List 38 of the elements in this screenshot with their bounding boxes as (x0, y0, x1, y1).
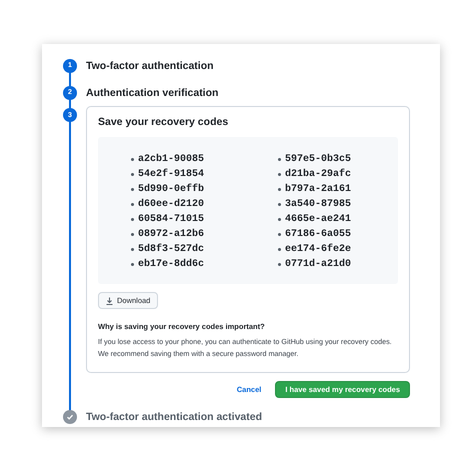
bullet-icon (278, 203, 281, 206)
recovery-code: 5d8f3-527dc (138, 242, 204, 257)
recovery-code: d60ee-d2120 (138, 198, 204, 212)
bullet-icon (278, 218, 281, 221)
recovery-code: ee174-6fe2e (285, 242, 352, 257)
bullet-icon (278, 263, 281, 266)
recovery-code: 597e5-0b3c5 (285, 152, 352, 167)
recovery-code: 5d990-0effb (138, 182, 204, 197)
bullet-icon (131, 218, 134, 221)
bullet-icon (131, 203, 134, 206)
step-title: Authentication verification (86, 86, 218, 98)
recovery-code: d21ba-29afc (285, 168, 352, 182)
recovery-code: 67186-6a055 (285, 228, 352, 242)
bullet-icon (131, 173, 134, 176)
bullet-icon (278, 158, 281, 161)
check-icon (63, 410, 77, 424)
card-title: Save your recovery codes (98, 116, 230, 128)
recovery-code: 08972-a12b6 (138, 228, 204, 242)
bullet-icon (131, 263, 134, 266)
recovery-code: 0771d-a21d0 (285, 258, 352, 272)
step-title: Two-factor authentication (86, 60, 214, 72)
bullet-icon (278, 248, 281, 251)
bullet-icon (131, 188, 134, 191)
download-icon (106, 296, 113, 304)
recovery-code: 3a540-87985 (285, 198, 352, 212)
recovery-code: b797a-2a161 (285, 182, 352, 197)
recovery-code: 60584-71015 (138, 213, 204, 227)
bullet-icon (278, 188, 281, 191)
recovery-code: eb17e-8dd6c (138, 258, 204, 272)
bullet-icon (278, 233, 281, 236)
bullet-icon (131, 158, 134, 161)
recovery-code: 54e2f-91854 (138, 168, 204, 182)
bullet-icon (131, 248, 134, 251)
step-title: Two-factor authentication activated (86, 411, 262, 423)
bullet-icon (278, 173, 281, 176)
recovery-code: 4665e-ae241 (285, 213, 352, 227)
recovery-code: a2cb1-90085 (138, 152, 204, 167)
bullet-icon (131, 233, 134, 236)
